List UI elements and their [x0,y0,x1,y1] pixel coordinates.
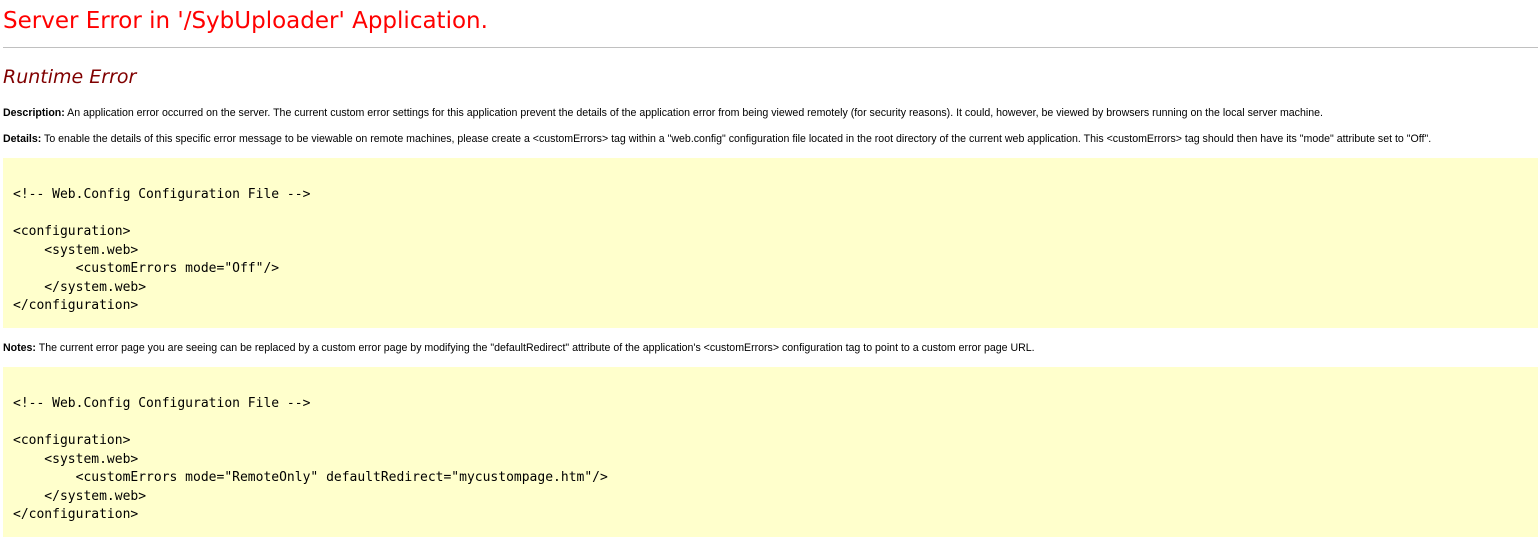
description-paragraph: Description: An application error occurr… [3,106,1323,120]
title-divider [3,47,1538,48]
config-code-sample-2: <!-- Web.Config Configuration File --> <… [13,396,608,522]
config-code-box-1: <!-- Web.Config Configuration File --> <… [3,158,1538,328]
notes-paragraph: Notes: The current error page you are se… [3,341,1035,355]
description-label: Description: [3,107,65,119]
notes-text: The current error page you are seeing ca… [35,342,1035,354]
details-paragraph: Details: To enable the details of this s… [3,132,1431,146]
error-type-heading: Runtime Error [3,66,137,88]
notes-label: Notes: [3,342,36,354]
details-label: Details: [3,133,42,145]
config-code-sample-1: <!-- Web.Config Configuration File --> <… [13,187,311,313]
details-text: To enable the details of this specific e… [41,133,1432,145]
description-text: An application error occurred on the ser… [64,107,1323,119]
config-code-box-2: <!-- Web.Config Configuration File --> <… [3,367,1538,537]
page-title: Server Error in '/SybUploader' Applicati… [3,8,488,34]
